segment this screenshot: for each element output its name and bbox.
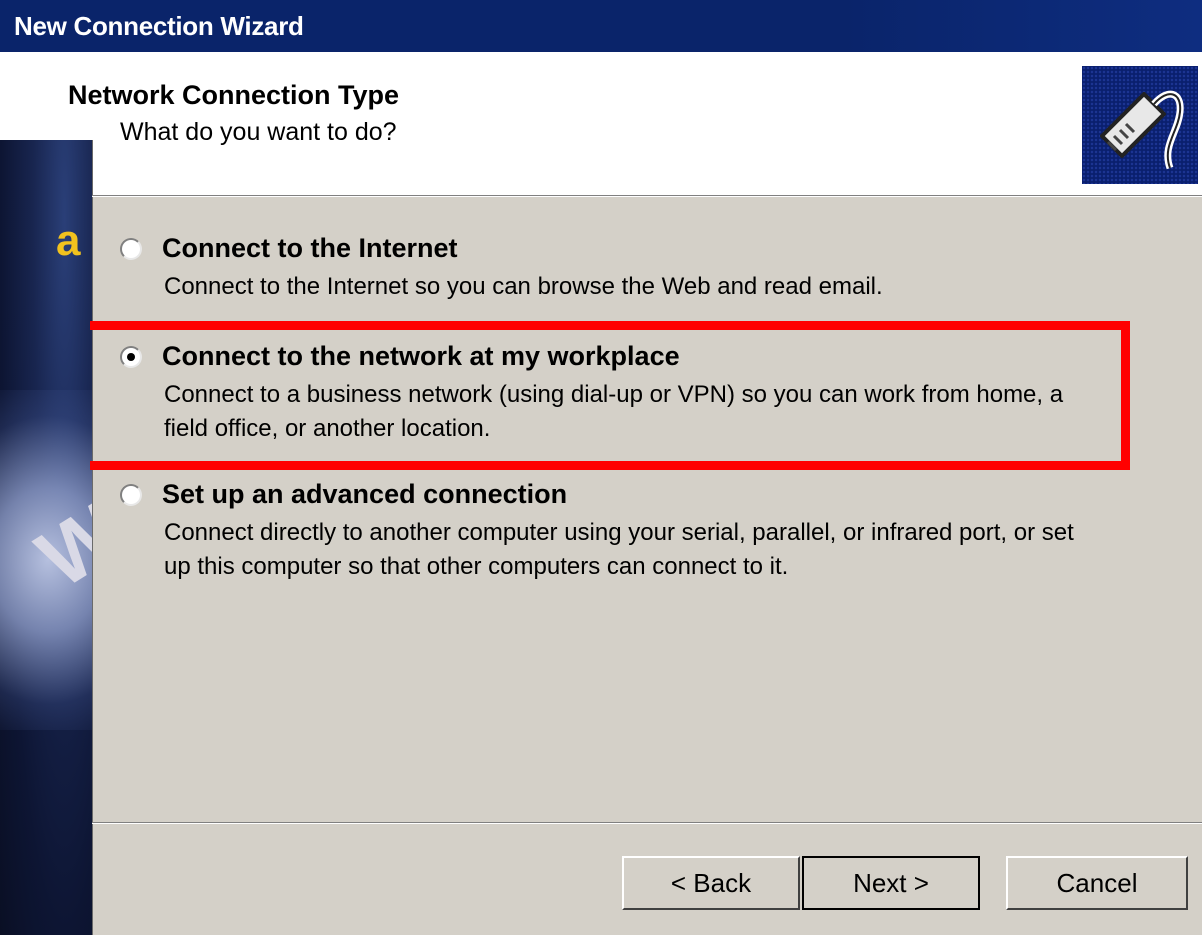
window-title: New Connection Wizard (0, 0, 1202, 52)
option-description: Connect to the Internet so you can brows… (164, 273, 883, 300)
cancel-button[interactable]: Cancel (1006, 856, 1188, 910)
header-separator-highlight (92, 196, 1202, 197)
wizard-header: Network Connection Type What do you want… (0, 52, 1202, 195)
option-label[interactable]: Connect to the Internet (162, 233, 458, 264)
option-description: Connect directly to another computer usi… (164, 519, 1074, 580)
footer-separator-highlight (92, 823, 1202, 824)
radio-advanced-connection[interactable] (120, 484, 142, 506)
next-button[interactable]: Next > (802, 856, 980, 910)
back-button[interactable]: < Back (622, 856, 800, 910)
page-subtitle: What do you want to do? (120, 118, 397, 146)
photo-letter-decoration: a (56, 216, 81, 265)
background-photo: a WW (0, 140, 93, 935)
highlight-box (90, 321, 1130, 470)
page-title: Network Connection Type (68, 80, 400, 110)
option-label[interactable]: Set up an advanced connection (162, 479, 567, 510)
network-cable-icon (1082, 66, 1198, 184)
radio-connect-internet[interactable] (120, 238, 142, 260)
